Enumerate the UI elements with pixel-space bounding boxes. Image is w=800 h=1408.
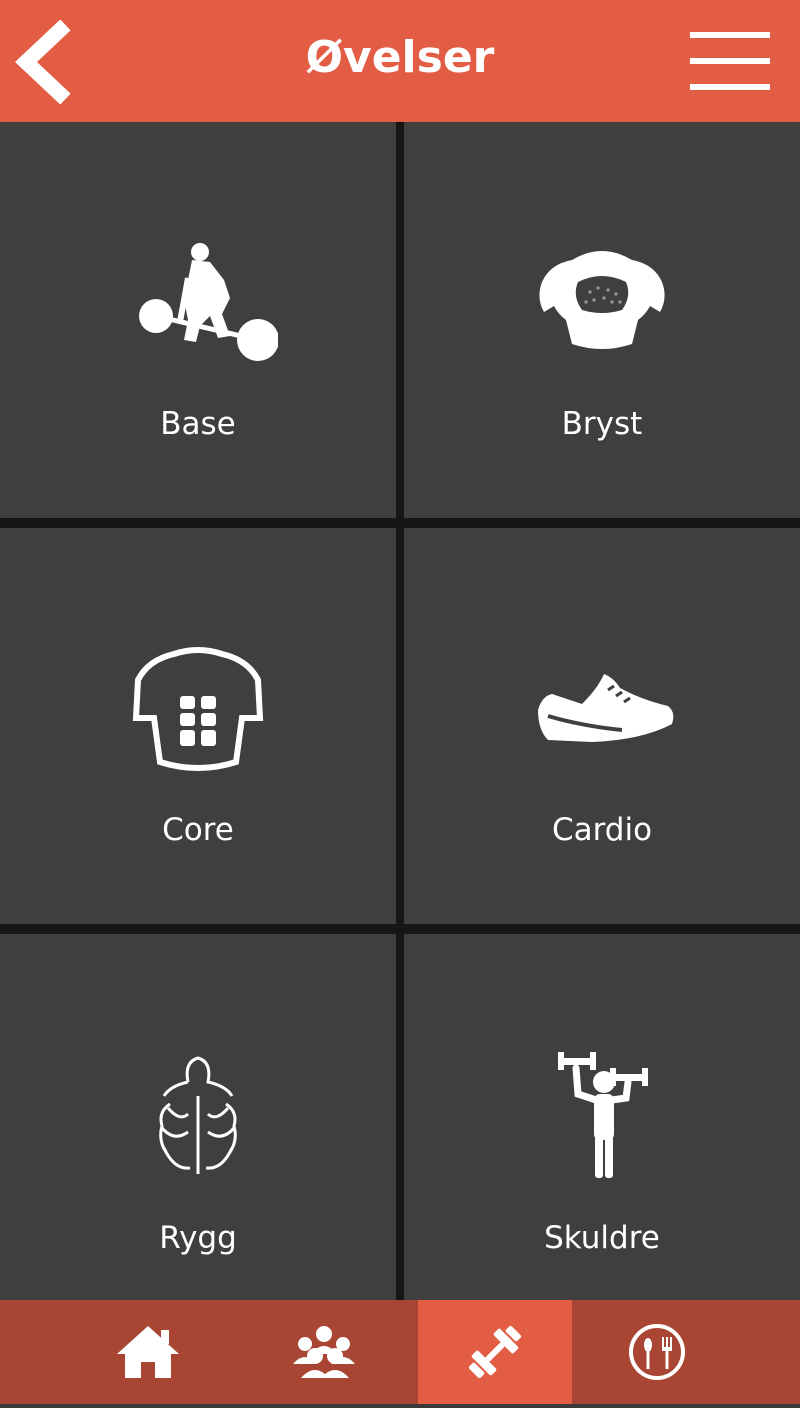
category-tile-cardio[interactable]: Cardio bbox=[404, 528, 800, 924]
running-shoe-icon bbox=[538, 674, 674, 742]
bottom-tab-bar bbox=[0, 1300, 800, 1408]
tab-exercises[interactable] bbox=[418, 1300, 572, 1404]
exercise-category-grid: Base Bryst Core Cardio Rygg Skuldre bbox=[0, 122, 800, 1300]
plate-cutlery-icon bbox=[629, 1324, 685, 1380]
tab-nutrition[interactable] bbox=[602, 1300, 712, 1404]
home-icon bbox=[117, 1326, 179, 1378]
category-label: Bryst bbox=[561, 406, 643, 442]
category-label: Rygg bbox=[159, 1220, 237, 1256]
abs-torso-icon bbox=[132, 647, 264, 771]
chest-icon bbox=[539, 251, 665, 349]
shoulder-press-icon bbox=[558, 1052, 648, 1178]
tab-home[interactable] bbox=[94, 1300, 202, 1404]
category-tile-bryst[interactable]: Bryst bbox=[404, 122, 800, 518]
dumbbell-icon bbox=[468, 1325, 522, 1379]
bottom-edge bbox=[0, 1404, 800, 1408]
hamburger-menu-icon bbox=[690, 32, 770, 38]
menu-button[interactable] bbox=[686, 26, 774, 96]
category-tile-skuldre[interactable]: Skuldre bbox=[404, 934, 800, 1300]
chevron-left-icon bbox=[15, 19, 71, 105]
category-tile-core[interactable]: Core bbox=[0, 528, 396, 924]
category-label: Skuldre bbox=[544, 1220, 660, 1256]
deadlift-icon bbox=[139, 243, 278, 361]
category-tile-base[interactable]: Base bbox=[0, 122, 396, 518]
category-label: Cardio bbox=[551, 812, 653, 848]
category-tile-rygg[interactable]: Rygg bbox=[0, 934, 396, 1300]
category-label: Core bbox=[162, 812, 234, 848]
back-muscles-icon bbox=[159, 1056, 237, 1174]
page-title: Øvelser bbox=[305, 32, 495, 83]
group-icon bbox=[293, 1326, 355, 1378]
tab-group[interactable] bbox=[268, 1300, 380, 1404]
back-button[interactable] bbox=[8, 19, 78, 105]
category-label: Base bbox=[160, 406, 236, 442]
app-header: Øvelser bbox=[0, 0, 800, 122]
